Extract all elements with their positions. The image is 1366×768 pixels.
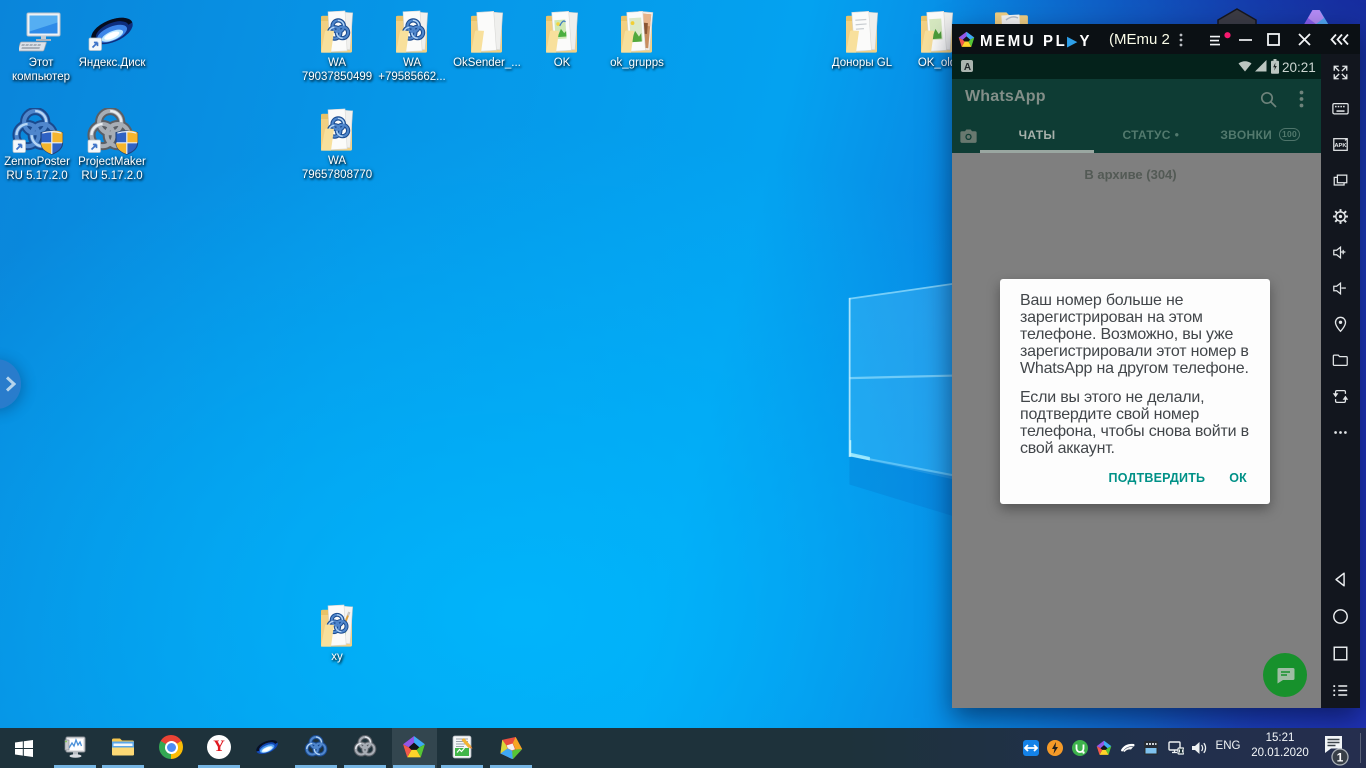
svg-text:A: A (964, 62, 971, 73)
svg-text:1: 1 (1337, 751, 1344, 765)
svg-text:APK: APK (1334, 143, 1347, 149)
